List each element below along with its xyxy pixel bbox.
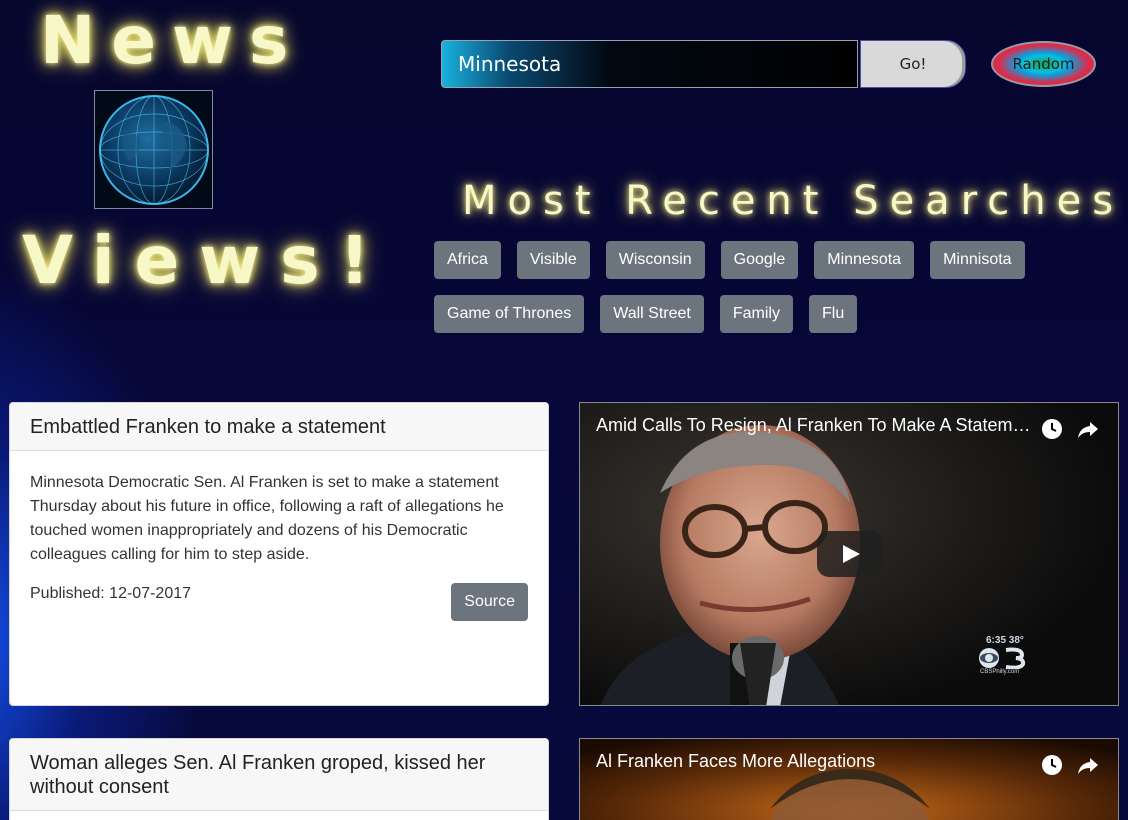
article-title: Woman alleges Sen. Al Franken groped, ki…: [10, 739, 548, 811]
article-card: Woman alleges Sen. Al Franken groped, ki…: [9, 738, 549, 820]
video-title[interactable]: Amid Calls To Resign, Al Franken To Make…: [596, 415, 1036, 436]
logo-news-text: News: [40, 2, 305, 79]
recent-search-chip[interactable]: Wall Street: [600, 295, 704, 333]
cbs-eye-icon: [979, 647, 1026, 669]
logo-views-text: Views!: [22, 222, 390, 299]
article-card: Embattled Franken to make a statement Mi…: [9, 402, 549, 706]
channel-logo: 6:35 38° CBSPhilly.com: [978, 635, 1034, 675]
random-button[interactable]: Random: [991, 41, 1096, 87]
share-icon[interactable]: [1076, 417, 1100, 441]
go-button[interactable]: Go!: [860, 40, 966, 88]
recent-search-chip[interactable]: Wisconsin: [605, 241, 705, 279]
channel-site: CBSPhilly.com: [980, 669, 1020, 675]
recent-search-chip[interactable]: Minnesota: [814, 241, 915, 279]
channel-time-temp: 6:35 38°: [986, 635, 1024, 646]
recent-searches-list: Africa Visible Wisconsin Google Minnesot…: [426, 233, 1066, 341]
video-title[interactable]: Al Franken Faces More Allegations: [596, 751, 1036, 772]
recent-search-chip[interactable]: Game of Thrones: [434, 295, 585, 333]
recent-search-chip[interactable]: Flu: [808, 295, 858, 333]
globe-icon: [94, 90, 213, 209]
recent-search-chip[interactable]: Africa: [434, 241, 501, 279]
article-description: Minnesota Democratic Sen. Al Franken is …: [30, 474, 504, 563]
recent-search-chip[interactable]: Family: [719, 295, 793, 333]
recent-search-chip[interactable]: Minnisota: [930, 241, 1025, 279]
article-body: Minnesota Democratic Sen. Al Franken is …: [10, 451, 548, 623]
recent-searches-title: Most Recent Searches: [462, 178, 1125, 224]
recent-search-chip[interactable]: Google: [720, 241, 799, 279]
share-icon[interactable]: [1076, 753, 1100, 777]
clock-icon[interactable]: [1040, 753, 1064, 777]
article-title: Embattled Franken to make a statement: [10, 403, 548, 451]
source-button[interactable]: Source: [451, 583, 528, 621]
recent-search-chip[interactable]: Visible: [516, 241, 590, 279]
video-player[interactable]: Al Franken Faces More Allegations: [579, 738, 1119, 820]
search-input[interactable]: [441, 40, 858, 88]
play-icon[interactable]: [817, 531, 883, 577]
clock-icon[interactable]: [1040, 417, 1064, 441]
video-player[interactable]: Amid Calls To Resign, Al Franken To Make…: [579, 402, 1119, 706]
